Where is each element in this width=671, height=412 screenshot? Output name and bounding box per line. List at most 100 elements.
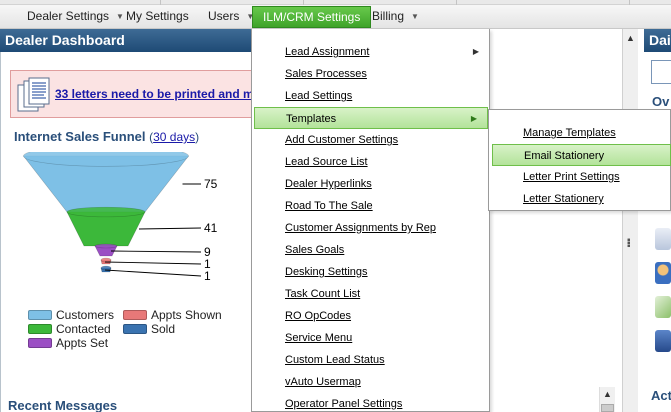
legend-entry: Customers	[28, 308, 114, 322]
menu-label: Dealer Settings	[27, 9, 110, 23]
menu-dealer-settings[interactable]: Dealer Settings ▼	[27, 5, 124, 29]
submenu-item[interactable]: Manage Templates	[489, 122, 670, 144]
documents-icon	[17, 77, 50, 112]
right-scrollbar[interactable]: ▲ ▪ ▪ ▪	[622, 29, 638, 412]
menu-users[interactable]: Users ▼	[208, 5, 254, 29]
recent-messages-title: Recent Messages	[8, 398, 118, 412]
funnel-segment-top	[100, 265, 112, 271]
templates-submenu: Manage Templates Email Stationery Letter P…	[488, 109, 671, 211]
legend-entry: Appts Set	[28, 336, 108, 350]
dealer-dashboard-header: Dealer Dashboard	[0, 29, 251, 52]
edit-icon[interactable]	[655, 296, 671, 318]
submenu-item-label: Email Stationery	[524, 150, 605, 162]
dropdown-scrollbar[interactable]: ▲	[599, 387, 615, 412]
paren-close: )	[195, 130, 200, 144]
menu-label: My Settings	[126, 9, 189, 23]
funnel-segment: 9	[94, 243, 211, 259]
funnel-leader-line	[110, 250, 202, 253]
legend-swatch	[123, 323, 147, 334]
legend-entry: Contacted	[28, 322, 111, 336]
dropdown-item[interactable]: Sales Goals	[252, 239, 489, 261]
legend-label: Appts Set	[56, 336, 109, 350]
dropdown-item[interactable]: Road To The Sale	[252, 195, 489, 217]
chevron-down-icon: ▼	[411, 12, 419, 21]
dropdown-item[interactable]: vAuto Usermap	[252, 371, 489, 393]
period-link[interactable]: 30 days	[153, 130, 195, 144]
app-window: Dealer Settings ▼ My Settings Users ▼ ILM/…	[0, 0, 671, 412]
submenu-item[interactable]: Email Stationery	[492, 144, 671, 166]
dropdown-item[interactable]: Sales Processes	[252, 63, 489, 85]
dropdown-item-label: Custom Lead Status	[285, 354, 385, 366]
funnel-value-label: 1	[204, 269, 211, 283]
dropdown-item-label: Service Menu	[285, 332, 353, 344]
menu-billing[interactable]: Billing ▼	[372, 5, 419, 29]
dropdown-item[interactable]: Custom Lead Status	[252, 349, 489, 371]
dropdown-item[interactable]: Service Menu	[252, 327, 489, 349]
funnel-value-label: 41	[204, 221, 218, 235]
scroll-thumb[interactable]	[601, 404, 614, 412]
scroll-up-icon[interactable]: ▲	[603, 389, 612, 399]
dropdown-item[interactable]: Templates ▶	[254, 107, 488, 129]
dropdown-item-label: Task Count List	[285, 288, 361, 300]
dropdown-item-label: Lead Settings	[285, 90, 353, 102]
legend-label: Sold	[151, 322, 176, 336]
chevron-right-icon: ▶	[470, 114, 477, 123]
dropdown-item-label: Add Customer Settings	[285, 134, 399, 146]
menu-ilm-crm-settings[interactable]: ILM/CRM Settings	[252, 6, 372, 28]
dropdown-item[interactable]: Customer Assignments by Rep	[252, 217, 489, 239]
dropdown-item[interactable]: Lead Source List	[252, 151, 489, 173]
funnel-leader-line	[104, 269, 202, 277]
right-section-title: Act	[651, 388, 671, 403]
submenu-item-label: Letter Print Settings	[523, 171, 620, 183]
submenu-item-label: Letter Stationery	[523, 193, 604, 205]
scroll-up-icon[interactable]: ▲	[626, 33, 635, 43]
funnel-leader-line	[104, 261, 202, 265]
user-icon[interactable]	[655, 262, 671, 284]
right-panel-input[interactable]	[651, 60, 671, 84]
menu-my-settings[interactable]: My Settings	[126, 5, 189, 29]
menubar: Dealer Settings ▼ My Settings Users ▼ ILM/…	[0, 5, 671, 29]
legend-entry: Sold	[123, 322, 175, 336]
dropdown-item[interactable]: RO OpCodes	[252, 305, 489, 327]
submenu-item[interactable]: Letter Print Settings	[489, 166, 670, 188]
letters-alert-link[interactable]: 33 letters need to be printed and ma	[55, 87, 260, 101]
dropdown-item-label: Sales Processes	[285, 68, 367, 80]
mail-icon[interactable]	[655, 228, 671, 250]
dropdown-item-label: Customer Assignments by Rep	[285, 222, 437, 234]
legend-swatch	[28, 323, 52, 334]
funnel-segment-top	[100, 257, 112, 263]
dropdown-item[interactable]: Dealer Hyperlinks	[252, 173, 489, 195]
dropdown-item[interactable]: Desking Settings	[252, 261, 489, 283]
funnel-leader-line	[138, 227, 202, 230]
funnel-title-text: Internet Sales Funnel	[14, 129, 146, 144]
letters-alert: 33 letters need to be printed and ma	[10, 70, 260, 118]
funnel-segment-top	[66, 206, 146, 218]
scroll-grip-icon: ▪ ▪ ▪	[627, 235, 631, 252]
chevron-right-icon: ▶	[472, 47, 479, 56]
dropdown-item-label: Templates	[286, 113, 337, 125]
submenu-item-label: Manage Templates	[523, 127, 616, 139]
menu-label: Billing	[372, 9, 405, 23]
dropdown-item[interactable]: Lead Settings	[252, 85, 489, 107]
legend-swatch	[28, 337, 52, 348]
dropdown-item[interactable]: Add Customer Settings	[252, 129, 489, 151]
submenu-item[interactable]: Letter Stationery	[489, 188, 670, 210]
dropdown-item[interactable]: Task Count List	[252, 283, 489, 305]
dropdown-item-label: Sales Goals	[285, 244, 345, 256]
dealer-dashboard-panel: 33 letters need to be printed and ma Int…	[0, 52, 260, 412]
funnel-value-label: 75	[204, 177, 218, 191]
phone-icon[interactable]	[655, 330, 671, 352]
legend-label: Customers	[56, 308, 115, 322]
funnel-segment: 75	[22, 152, 218, 213]
dropdown-item[interactable]: Lead Assignment ▶	[252, 41, 489, 63]
dropdown-item-label: Operator Panel Settings	[285, 398, 403, 410]
legend-entry: Appts Shown	[123, 308, 222, 322]
chevron-down-icon: ▼	[116, 12, 124, 21]
funnel-segment: 1	[100, 257, 211, 271]
menu-label: ILM/CRM Settings	[263, 10, 361, 24]
funnel-segment: 1	[100, 265, 211, 283]
dropdown-item[interactable]: Operator Panel Settings	[252, 393, 489, 412]
right-panel-header: Dai	[644, 29, 671, 52]
funnel-chart: 7541911	[22, 152, 218, 283]
legend-swatch	[123, 309, 147, 320]
